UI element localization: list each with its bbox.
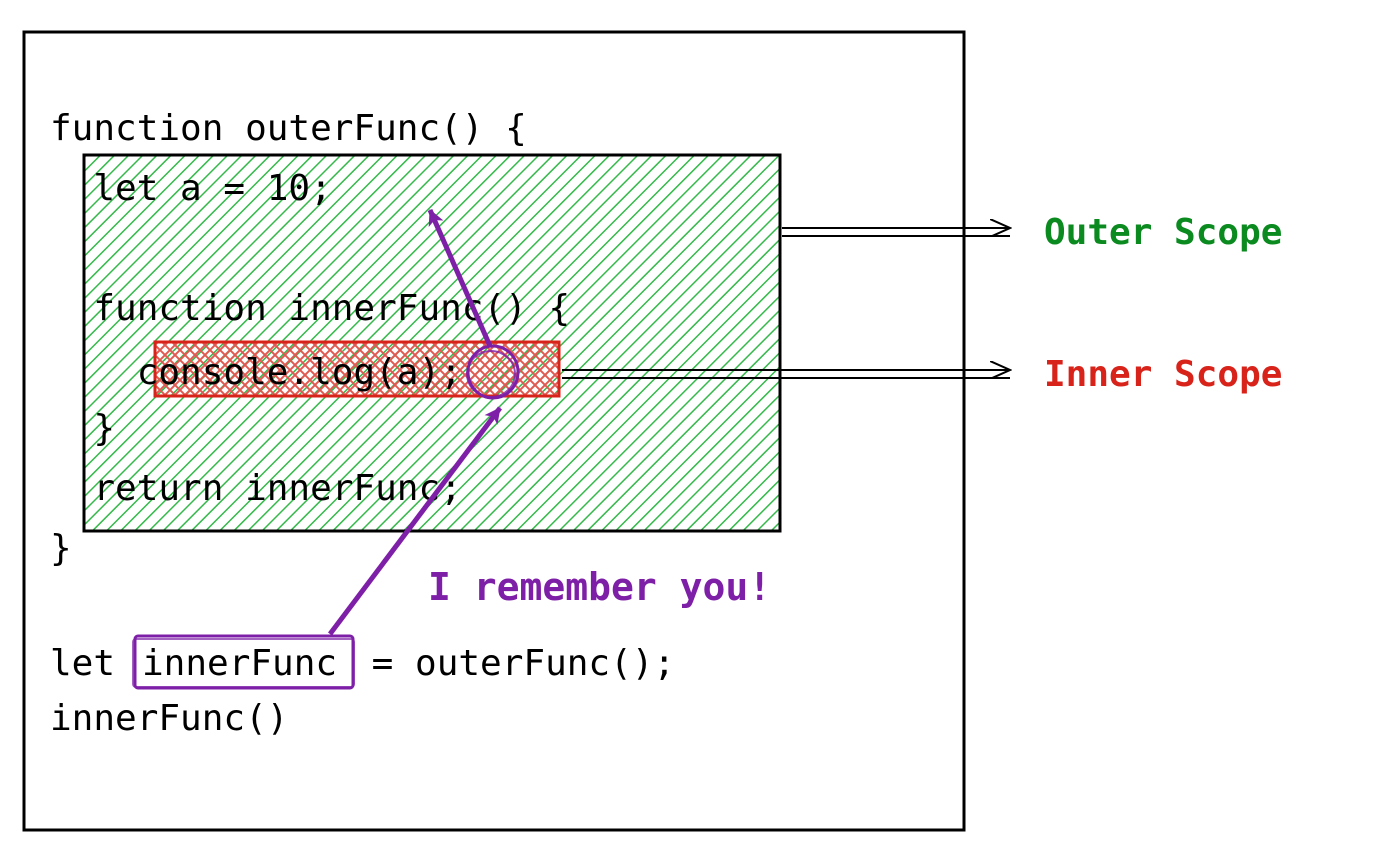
outer-scope-label: Outer Scope [1044, 212, 1282, 253]
code-line-8c: = outerFunc(); [350, 643, 675, 684]
code-line-2: let a = 10; [50, 168, 332, 209]
code-line-3: function innerFunc() { [50, 288, 570, 329]
code-line-4: console.log(a); [50, 352, 462, 393]
code-line-8a: let [50, 643, 137, 684]
code-line-5: } [50, 408, 115, 449]
code-line-1: function outerFunc() { [50, 108, 527, 149]
closure-diagram: function outerFunc() { let a = 10; funct… [0, 0, 1400, 855]
inner-scope-label: Inner Scope [1044, 354, 1282, 395]
code-line-7: } [50, 528, 72, 569]
code-line-9: innerFunc() [50, 698, 288, 739]
remember-annotation: I remember you! [428, 565, 771, 609]
code-line-6: return innerFunc; [50, 468, 462, 509]
code-line-8b: innerFunc [142, 643, 337, 684]
